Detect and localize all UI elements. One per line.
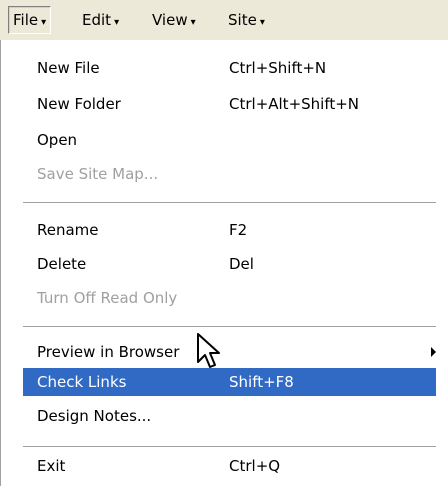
menu-item-label: Exit <box>37 457 66 475</box>
menu-item-rename[interactable]: Rename F2 <box>23 216 436 244</box>
menu-view[interactable]: View ▾ <box>148 6 200 34</box>
menu-file[interactable]: File ▾ <box>8 6 52 34</box>
menu-item-exit[interactable]: Exit Ctrl+Q <box>23 452 436 480</box>
menu-item-new-file[interactable]: New File Ctrl+Shift+N <box>23 54 436 82</box>
menu-item-label: Preview in Browser <box>37 343 180 361</box>
menu-item-preview-in-browser[interactable]: Preview in Browser <box>23 338 436 366</box>
chevron-down-icon: ▾ <box>259 16 265 28</box>
menu-item-design-notes[interactable]: Design Notes... <box>23 402 436 430</box>
menu-site[interactable]: Site ▾ <box>224 6 269 34</box>
menu-item-label: New Folder <box>37 95 121 113</box>
menu-item-label: Delete <box>37 255 87 273</box>
menu-item-label: Rename <box>37 221 99 239</box>
submenu-arrow-icon <box>431 347 436 357</box>
menu-separator <box>23 326 436 328</box>
menu-item-turn-off-read-only: Turn Off Read Only <box>23 284 436 312</box>
menu-item-shortcut: Ctrl+Alt+Shift+N <box>229 95 360 113</box>
menu-separator <box>23 446 436 448</box>
menu-item-label: Check Links <box>37 373 127 391</box>
menu-item-check-links[interactable]: Check Links Shift+F8 <box>23 368 436 396</box>
file-menu-dropdown: New File Ctrl+Shift+N New Folder Ctrl+Al… <box>0 40 448 486</box>
menu-item-label: Open <box>37 131 78 149</box>
menu-file-label: File <box>13 11 39 29</box>
menu-item-shortcut: Ctrl+Shift+N <box>229 59 327 77</box>
menu-item-label: Turn Off Read Only <box>37 289 178 307</box>
menu-item-label: Design Notes... <box>37 407 152 425</box>
menubar: File ▾ Edit ▾ View ▾ Site ▾ <box>0 0 448 40</box>
menu-item-shortcut: F2 <box>229 221 248 239</box>
chevron-down-icon: ▾ <box>114 16 120 28</box>
menu-edit-label: Edit <box>82 11 112 29</box>
chevron-down-icon: ▾ <box>190 16 196 28</box>
menu-item-shortcut: Ctrl+Q <box>229 457 281 475</box>
menu-site-label: Site <box>228 11 257 29</box>
menu-separator <box>23 202 436 204</box>
menu-item-label: New File <box>37 59 100 77</box>
menu-item-delete[interactable]: Delete Del <box>23 250 436 278</box>
menu-item-save-site-map: Save Site Map... <box>23 160 436 188</box>
menu-item-new-folder[interactable]: New Folder Ctrl+Alt+Shift+N <box>23 90 436 118</box>
menu-edit[interactable]: Edit ▾ <box>78 6 123 34</box>
chevron-down-icon: ▾ <box>41 16 47 28</box>
menu-item-shortcut: Del <box>229 255 254 273</box>
menu-item-open[interactable]: Open <box>23 126 436 154</box>
menu-item-shortcut: Shift+F8 <box>229 373 294 391</box>
menu-item-label: Save Site Map... <box>37 165 159 183</box>
menu-view-label: View <box>152 11 188 29</box>
